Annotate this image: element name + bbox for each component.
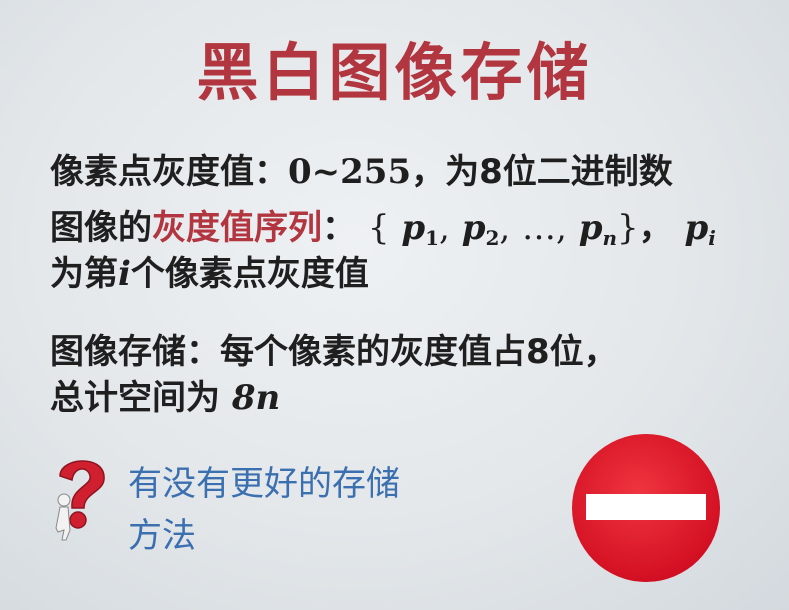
subscript: 2	[485, 226, 500, 250]
gray-value-desc: ，为8位二进制数	[411, 152, 673, 192]
question-mark-figure-icon	[55, 460, 105, 541]
question-line-2: 方法	[128, 516, 196, 556]
p-symbol: p	[684, 208, 709, 248]
gray-sequence-colon: ：	[322, 208, 356, 248]
p-symbol: p	[578, 208, 603, 248]
subscript: 1	[425, 226, 440, 250]
ith-rest: 个像素点灰度值	[130, 254, 369, 294]
gray-value-label: 像素点灰度值：	[50, 152, 288, 192]
gray-sequence-term: 灰度值序列	[152, 208, 322, 248]
gray-sequence-prefix: 图像的	[50, 208, 152, 248]
p-symbol: p	[461, 208, 486, 248]
question-line-1: 有没有更好的存储	[128, 464, 400, 504]
ith-prefix: 为第	[50, 254, 118, 294]
storage-line: 图像存储：每个像素的灰度值占8位，	[50, 332, 618, 372]
brace-open: {	[367, 208, 390, 248]
gray-value-range: 0~255	[288, 152, 412, 192]
comma: ，	[638, 208, 673, 248]
slide-title: 黑白图像存储	[196, 36, 593, 109]
p-symbol: p	[401, 208, 426, 248]
subscript: i	[708, 226, 716, 250]
brace-close: }	[617, 208, 639, 248]
gray-value-line: 像素点灰度值：0~255，为8位二进制数	[50, 150, 673, 194]
total-space-line: 总计空间为 8n	[50, 376, 280, 420]
ith-pixel-line: 为第i个像素点灰度值	[50, 252, 369, 296]
i-symbol: i	[118, 254, 131, 294]
ellipsis: …	[522, 208, 557, 248]
total-space-prefix: 总计空间为	[50, 378, 232, 418]
total-space-value: 8n	[231, 378, 281, 418]
no-entry-sign-icon	[572, 434, 720, 582]
subscript: n	[602, 226, 618, 250]
